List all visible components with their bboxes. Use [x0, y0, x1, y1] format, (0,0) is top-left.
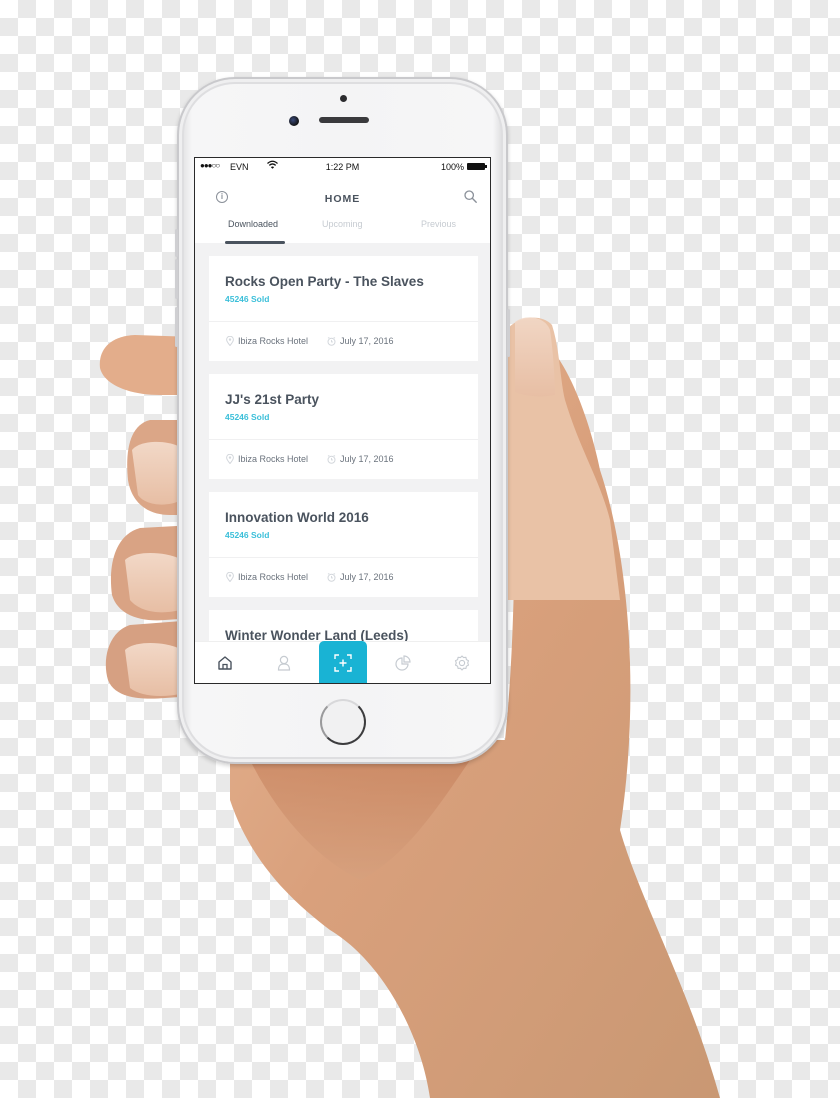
phone-device: ●●●○○ EVN 1:22 PM 100% i HOME Downloaded… [175, 77, 510, 764]
tab-stats[interactable] [373, 642, 432, 683]
user-icon [277, 655, 290, 671]
status-bar: ●●●○○ EVN 1:22 PM 100% [195, 158, 490, 176]
event-sold-count: 45246 Sold [225, 294, 270, 304]
location-pin-icon [226, 454, 234, 464]
search-icon[interactable] [464, 190, 477, 208]
event-location-text: Ibiza Rocks Hotel [238, 572, 309, 582]
event-card[interactable]: JJ's 21st Party 45246 Sold Ibiza Rocks H… [209, 374, 478, 479]
battery-percent: 100% [440, 162, 464, 172]
event-date: July 17, 2016 [327, 454, 394, 464]
volume-down-button [175, 307, 178, 347]
segment-tabs: Downloaded Upcoming Previous [195, 208, 490, 244]
tab-home[interactable] [195, 642, 254, 683]
card-divider [209, 557, 478, 558]
tab-upcoming[interactable]: Upcoming [322, 219, 363, 229]
event-title: Innovation World 2016 [225, 510, 369, 525]
tab-settings[interactable] [432, 642, 490, 683]
volume-up-button [175, 259, 178, 299]
event-card[interactable]: Innovation World 2016 45246 Sold Ibiza R… [209, 492, 478, 597]
nav-bar: i HOME [195, 176, 490, 208]
page-title: HOME [324, 193, 361, 205]
earpiece-speaker [319, 117, 369, 123]
event-location: Ibiza Rocks Hotel [226, 572, 308, 582]
settings-gear-icon [454, 655, 469, 671]
event-date-text: July 17, 2016 [340, 572, 394, 582]
power-button [507, 309, 510, 357]
clock-icon [327, 454, 336, 464]
battery-full-icon [467, 163, 487, 170]
middle-nail [132, 441, 182, 505]
tab-downloaded[interactable]: Downloaded [228, 219, 278, 229]
event-title: JJ's 21st Party [225, 392, 320, 407]
home-button[interactable] [320, 699, 366, 745]
event-date: July 17, 2016 [327, 572, 394, 582]
event-sold-count: 45246 Sold [225, 412, 270, 422]
location-pin-icon [226, 336, 234, 346]
location-pin-icon [226, 572, 234, 582]
little-nail [125, 643, 180, 696]
scan-add-icon [334, 653, 352, 672]
clock-icon [327, 336, 336, 346]
card-divider [209, 321, 478, 322]
event-card[interactable]: Rocks Open Party - The Slaves 45246 Sold… [209, 256, 478, 361]
tab-profile[interactable] [254, 642, 313, 683]
app-screen: ●●●○○ EVN 1:22 PM 100% i HOME Downloaded… [194, 157, 491, 684]
proximity-sensor [289, 116, 299, 126]
tab-scan[interactable] [319, 641, 367, 683]
thumb-nail [515, 317, 555, 397]
event-location-text: Ibiza Rocks Hotel [238, 336, 309, 346]
event-sold-count: 45246 Sold [225, 530, 270, 540]
pie-chart-icon [394, 655, 411, 671]
front-camera [340, 95, 347, 102]
event-title: Rocks Open Party - The Slaves [225, 274, 424, 289]
bottom-tab-bar [195, 641, 490, 683]
mute-switch [175, 229, 178, 257]
event-location-text: Ibiza Rocks Hotel [238, 454, 309, 464]
event-location: Ibiza Rocks Hotel [226, 336, 308, 346]
event-date: July 17, 2016 [327, 336, 394, 346]
tab-previous[interactable]: Previous [421, 219, 456, 229]
clock-icon [327, 572, 336, 582]
event-date-text: July 17, 2016 [340, 454, 394, 464]
home-icon [217, 656, 232, 670]
event-date-text: July 17, 2016 [340, 336, 394, 346]
active-tab-indicator [225, 241, 285, 244]
event-location: Ibiza Rocks Hotel [226, 454, 308, 464]
card-divider [209, 439, 478, 440]
